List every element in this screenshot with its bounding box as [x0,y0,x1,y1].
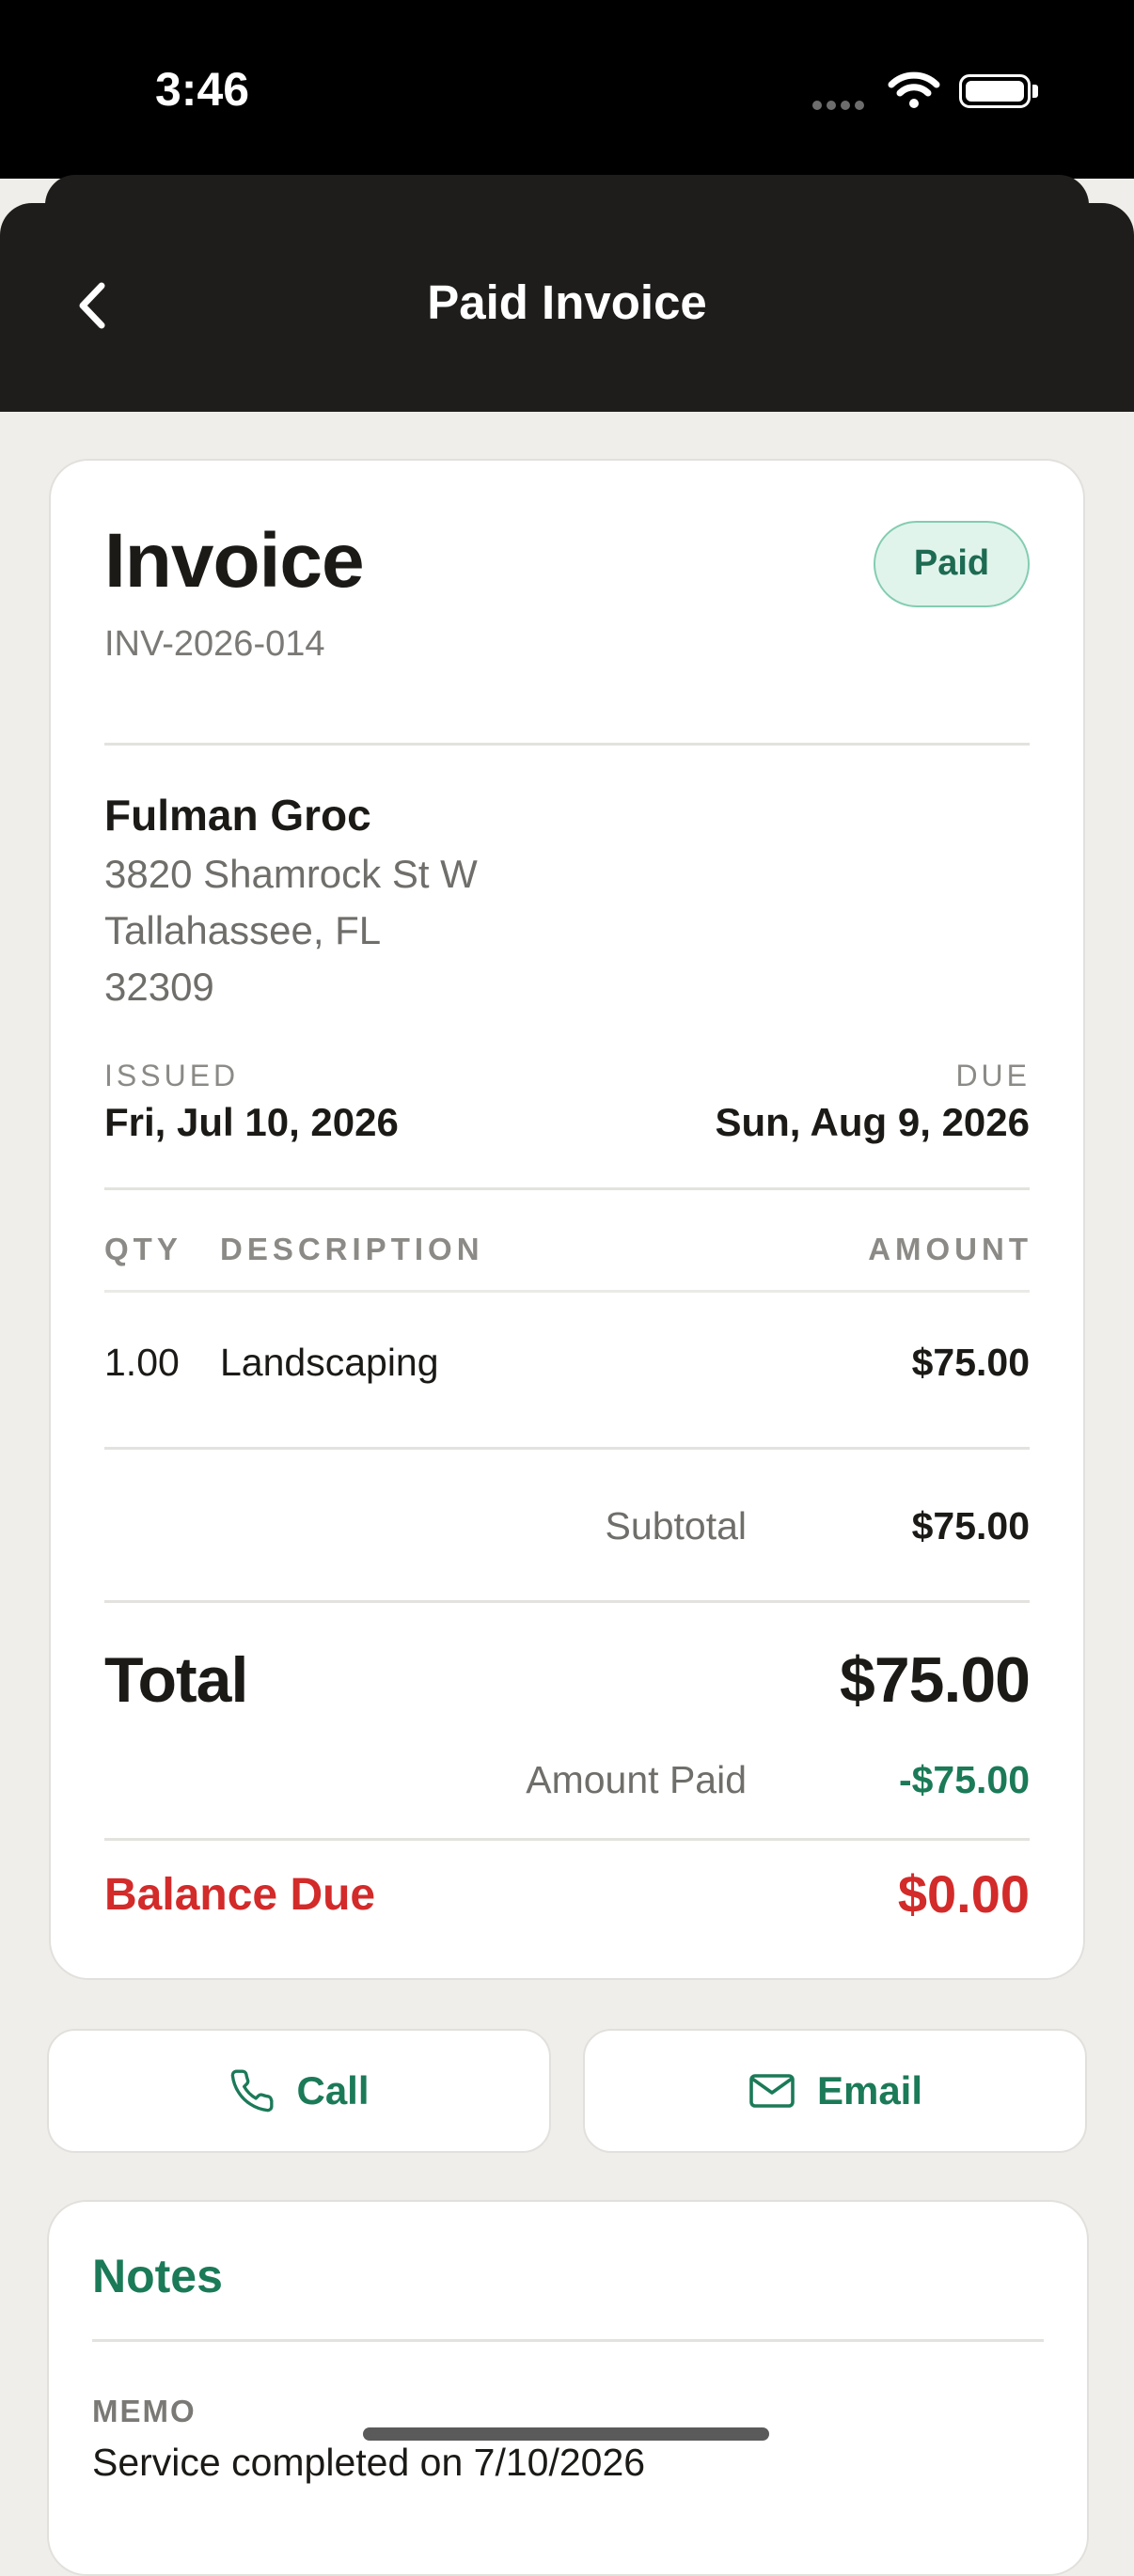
page-title: Paid Invoice [427,275,707,329]
divider [104,1187,1030,1190]
status-time: 3:46 [155,63,250,116]
balance-due-label: Balance Due [104,1870,376,1920]
column-header-qty: QTY [104,1232,182,1266]
status-badge: Paid [874,521,1030,607]
email-button-content: Email [585,2031,1085,2151]
amount-paid-label: Amount Paid [526,1758,747,1801]
divider [104,743,1030,746]
divider [104,1838,1030,1841]
battery-icon [959,74,1031,108]
customer-address-line2: Tallahassee, FL [104,908,382,952]
customer-address-line1: 3820 Shamrock St W [104,852,478,896]
call-button-label: Call [296,2068,370,2113]
total-value: $75.00 [840,1644,1031,1716]
cellular-signal-icon [812,98,869,110]
status-bar: 3:46 [0,0,1134,179]
total-label: Total [104,1644,248,1716]
line-item-description: Landscaping [220,1341,439,1384]
divider [104,1290,1030,1293]
memo-text: Service completed on 7/10/2026 [92,2441,646,2484]
line-item-amount: $75.00 [911,1341,1030,1384]
divider [104,1600,1030,1603]
notes-title: Notes [92,2250,223,2302]
email-button-label: Email [816,2068,923,2113]
invoice-heading: Invoice [104,518,365,604]
email-button[interactable]: Email [583,2029,1087,2153]
invoice-number: INV-2026-014 [104,624,325,664]
battery-tip [1032,85,1038,98]
issued-label: ISSUED [104,1059,240,1092]
customer-name: Fulman Groc [104,791,371,840]
column-header-description: DESCRIPTION [220,1232,484,1266]
mail-icon [749,2074,795,2108]
wifi-icon [888,71,940,108]
subtotal-value: $75.00 [911,1504,1030,1547]
line-item-qty: 1.00 [104,1341,180,1384]
due-date: Sun, Aug 9, 2026 [715,1100,1030,1144]
memo-label: MEMO [92,2394,197,2428]
due-label: DUE [955,1059,1031,1092]
home-indicator [363,2427,769,2441]
divider [92,2339,1044,2342]
divider [104,1447,1030,1450]
call-button[interactable]: Call [47,2029,551,2153]
amount-paid-value: -$75.00 [898,1758,1030,1801]
issued-date: Fri, Jul 10, 2026 [104,1100,399,1144]
call-button-content: Call [49,2031,549,2151]
subtotal-label: Subtotal [605,1504,747,1547]
column-header-amount: AMOUNT [868,1232,1032,1266]
phone-icon [231,2069,274,2113]
customer-address-line3: 32309 [104,965,214,1009]
balance-due-value: $0.00 [897,1864,1030,1924]
invoice-card [49,459,1085,1980]
